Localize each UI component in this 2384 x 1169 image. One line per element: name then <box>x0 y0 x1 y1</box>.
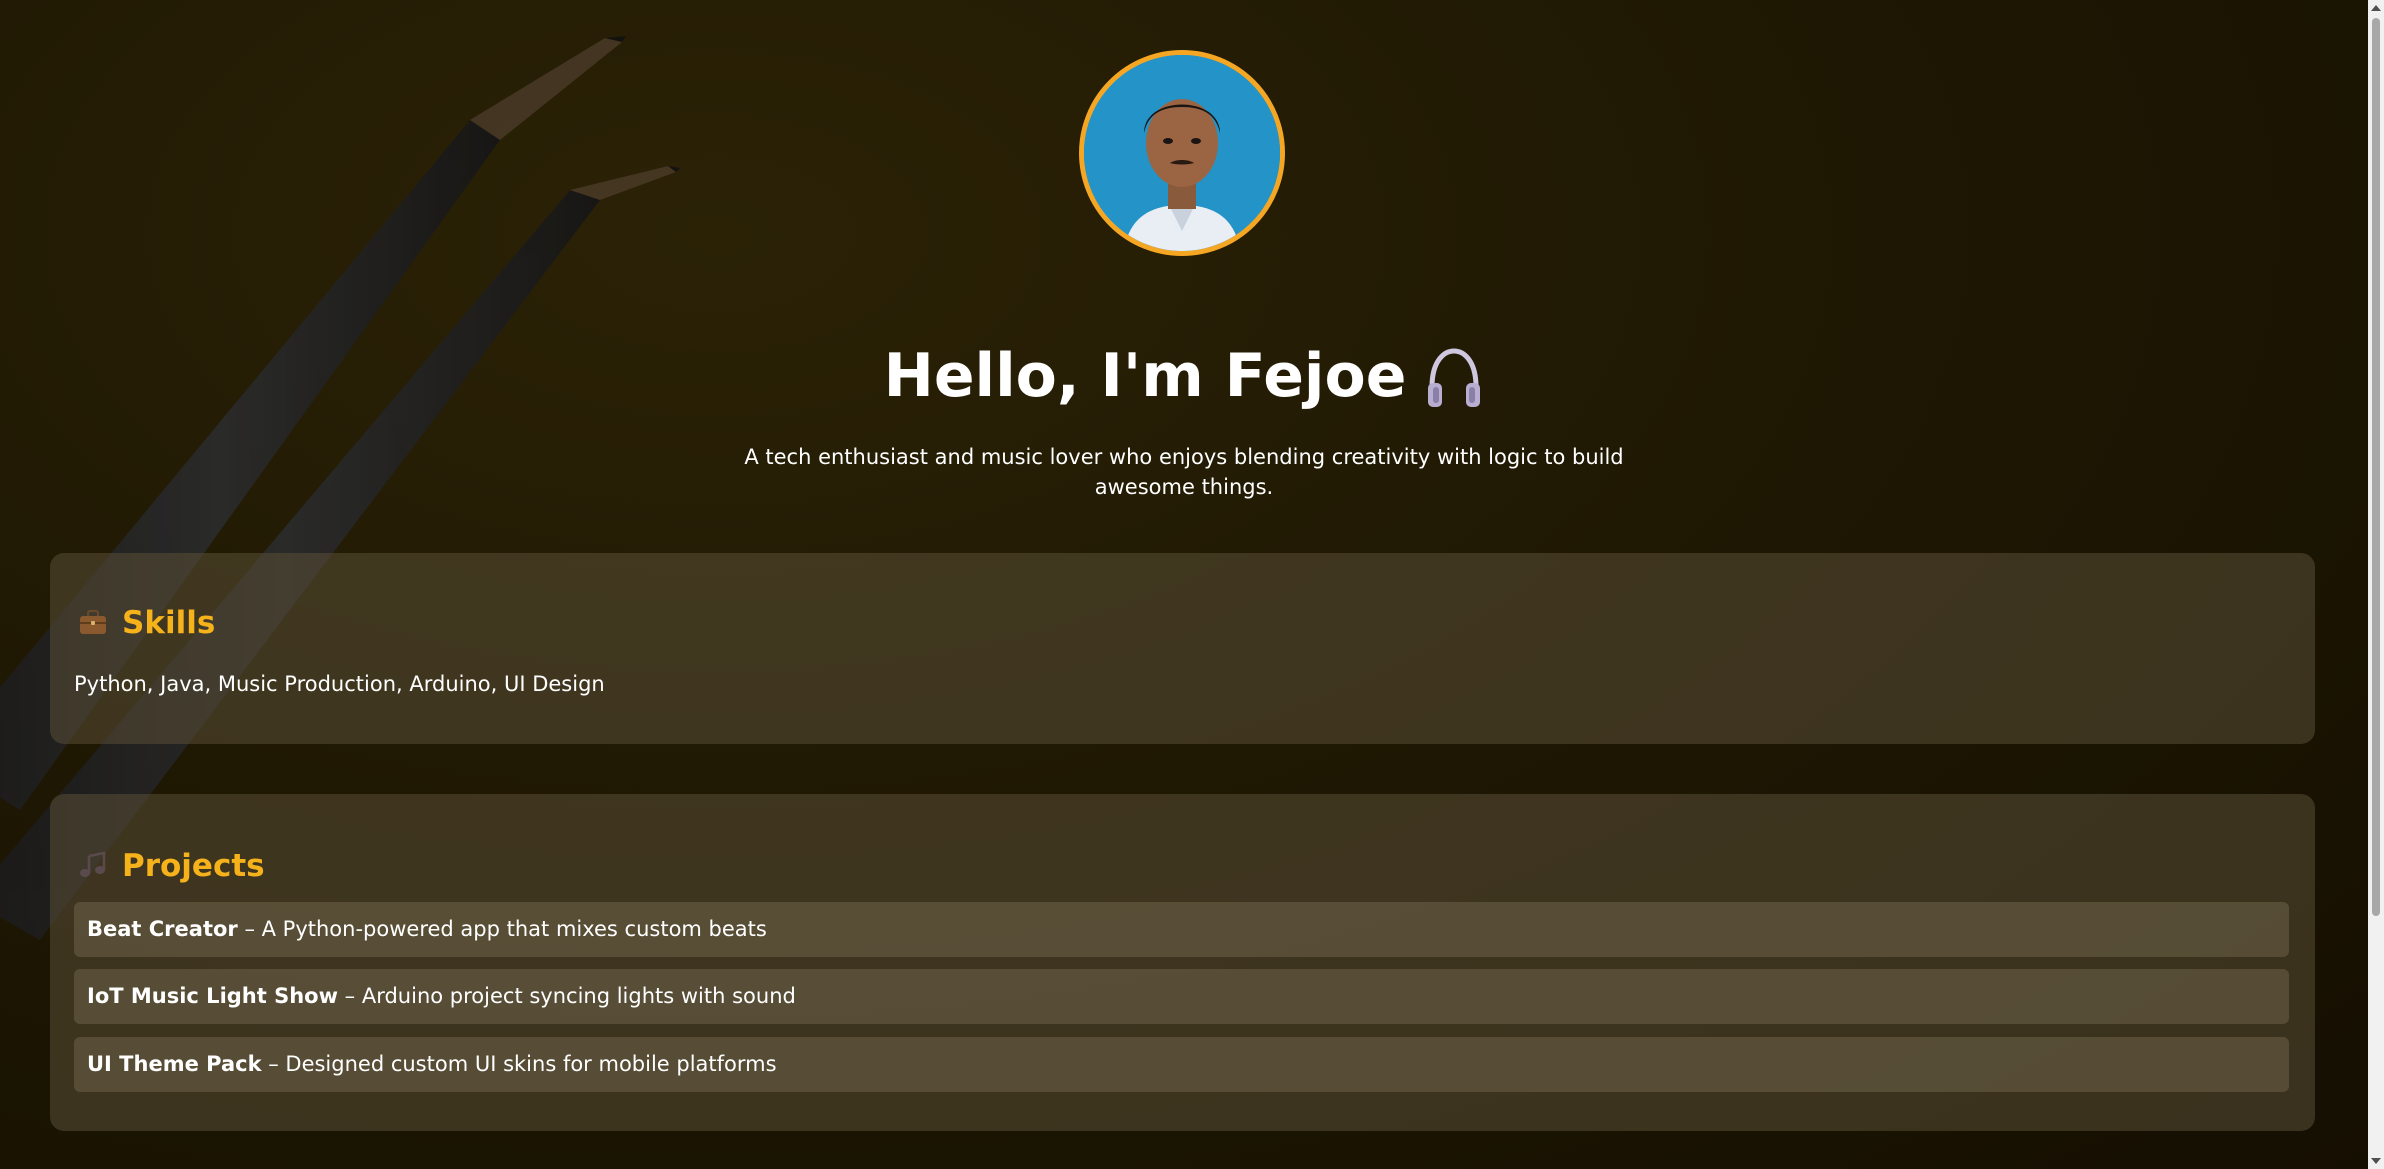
portfolio-page: Hello, I'm Fejoe A tech enthusiast and m… <box>0 0 2368 1169</box>
skills-section: Skills Python, Java, Music Production, A… <box>50 553 2315 744</box>
scrollbar-thumb[interactable] <box>2372 18 2380 916</box>
project-description: – Designed custom UI skins for mobile pl… <box>261 1052 777 1076</box>
music-note-icon <box>80 851 106 877</box>
intro-text: A tech enthusiast and music lover who en… <box>744 445 1624 499</box>
skills-heading: Skills <box>78 603 215 643</box>
project-name: Beat Creator <box>87 917 238 941</box>
project-item: IoT Music Light Show – Arduino project s… <box>74 969 2289 1024</box>
project-name: IoT Music Light Show <box>87 984 338 1008</box>
project-item: Beat Creator – A Python-powered app that… <box>74 902 2289 957</box>
skills-heading-label: Skills <box>122 605 216 641</box>
skills-list-text: Python, Java, Music Production, Arduino,… <box>74 672 605 696</box>
briefcase-icon <box>80 610 106 634</box>
scroll-up-arrow-icon[interactable] <box>2371 5 2381 11</box>
profile-photo <box>1084 55 1280 251</box>
project-description: – A Python-powered app that mixes custom… <box>237 917 767 941</box>
scroll-down-arrow-icon[interactable] <box>2371 1158 2381 1164</box>
project-item: UI Theme Pack – Designed custom UI skins… <box>74 1037 2289 1092</box>
vertical-scrollbar[interactable] <box>2368 0 2384 1169</box>
projects-heading: Projects <box>78 846 265 886</box>
page-title: Hello, I'm Fejoe <box>0 336 2368 416</box>
profile-avatar <box>1079 50 1285 256</box>
projects-heading-label: Projects <box>122 848 265 884</box>
projects-section: Projects Beat Creator – A Python-powered… <box>50 794 2315 1131</box>
project-name: UI Theme Pack <box>87 1052 262 1076</box>
project-description: – Arduino project syncing lights with so… <box>338 984 796 1008</box>
headphones-icon <box>1428 348 1481 408</box>
title-text: Hello, I'm Fejoe <box>883 341 1407 411</box>
